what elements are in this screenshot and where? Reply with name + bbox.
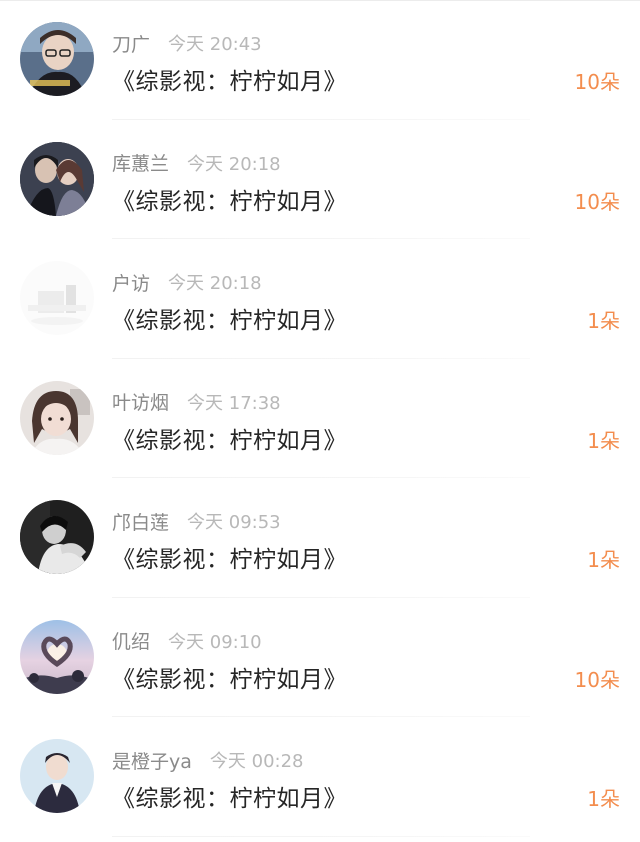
user-name[interactable]: 库蕙兰 bbox=[112, 149, 169, 176]
list-item[interactable]: 刀广 今天 20:43 《综影视：柠柠如月》 10朵 bbox=[0, 0, 640, 120]
gift-record-list: 刀广 今天 20:43 《综影视：柠柠如月》 10朵 库蕙兰 今天 20:18 … bbox=[0, 0, 640, 837]
flower-count: 1朵 bbox=[587, 428, 620, 453]
avatar[interactable] bbox=[20, 380, 94, 455]
flower-count: 10朵 bbox=[574, 667, 620, 692]
avatar-boy-glasses-image bbox=[20, 22, 94, 96]
avatar-faded-room-image bbox=[20, 261, 94, 335]
row-meta: 刀广 今天 20:43 bbox=[112, 30, 262, 56]
book-title: 《综影视：柠柠如月》 bbox=[112, 69, 347, 95]
timestamp: 今天 20:18 bbox=[187, 153, 281, 175]
list-item[interactable]: 库蕙兰 今天 20:18 《综影视：柠柠如月》 10朵 bbox=[0, 120, 640, 239]
user-name[interactable]: 邝白莲 bbox=[112, 508, 169, 535]
row-meta: 户访 今天 20:18 bbox=[112, 269, 262, 295]
list-item[interactable]: 邝白莲 今天 09:53 《综影视：柠柠如月》 1朵 bbox=[0, 478, 640, 598]
row-meta: 叶访烟 今天 17:38 bbox=[112, 389, 281, 415]
flower-count: 10朵 bbox=[574, 70, 620, 94]
flower-count: 10朵 bbox=[574, 189, 620, 214]
user-name[interactable]: 叶访烟 bbox=[112, 388, 169, 415]
book-title: 《综影视：柠柠如月》 bbox=[112, 188, 347, 215]
list-item[interactable]: 是橙子ya 今天 00:28 《综影视：柠柠如月》 1朵 bbox=[0, 717, 640, 837]
avatar-bw-man-image bbox=[20, 500, 94, 574]
avatar[interactable] bbox=[20, 141, 94, 216]
user-name[interactable]: 刀广 bbox=[112, 30, 150, 57]
flower-count: 1朵 bbox=[587, 309, 620, 333]
avatar-girl-portrait-image bbox=[20, 380, 94, 455]
user-name[interactable]: 仉绍 bbox=[112, 627, 150, 654]
avatar[interactable] bbox=[20, 22, 94, 96]
avatar[interactable] bbox=[20, 500, 94, 574]
list-item[interactable]: 仉绍 今天 09:10 《综影视：柠柠如月》 10朵 bbox=[0, 598, 640, 717]
user-name[interactable]: 是橙子ya bbox=[112, 747, 192, 774]
flower-count: 1朵 bbox=[587, 548, 620, 572]
timestamp: 今天 20:43 bbox=[168, 34, 262, 55]
timestamp: 今天 09:10 bbox=[168, 631, 262, 653]
list-item[interactable]: 叶访烟 今天 17:38 《综影视：柠柠如月》 1朵 bbox=[0, 359, 640, 478]
avatar[interactable] bbox=[20, 739, 94, 813]
book-title: 《综影视：柠柠如月》 bbox=[112, 308, 347, 334]
user-name[interactable]: 户访 bbox=[112, 269, 150, 296]
timestamp: 今天 17:38 bbox=[187, 392, 281, 414]
row-meta: 邝白莲 今天 09:53 bbox=[112, 508, 281, 534]
row-meta: 是橙子ya 今天 00:28 bbox=[112, 747, 304, 773]
avatar-suit-man-image bbox=[20, 739, 94, 813]
row-meta: 库蕙兰 今天 20:18 bbox=[112, 150, 281, 176]
row-divider bbox=[112, 835, 530, 837]
avatar-heart-hands-image bbox=[20, 619, 94, 694]
list-item[interactable]: 户访 今天 20:18 《综影视：柠柠如月》 1朵 bbox=[0, 239, 640, 359]
flower-count: 1朵 bbox=[587, 787, 620, 811]
book-title: 《综影视：柠柠如月》 bbox=[112, 666, 347, 693]
timestamp: 今天 09:53 bbox=[187, 512, 281, 533]
avatar[interactable] bbox=[20, 619, 94, 694]
book-title: 《综影视：柠柠如月》 bbox=[112, 786, 347, 812]
timestamp: 今天 00:28 bbox=[209, 751, 304, 772]
avatar-couple-image bbox=[20, 141, 94, 216]
book-title: 《综影视：柠柠如月》 bbox=[112, 547, 347, 573]
row-meta: 仉绍 今天 09:10 bbox=[112, 628, 262, 654]
timestamp: 今天 20:18 bbox=[168, 273, 262, 294]
avatar[interactable] bbox=[20, 261, 94, 335]
book-title: 《综影视：柠柠如月》 bbox=[112, 427, 347, 454]
